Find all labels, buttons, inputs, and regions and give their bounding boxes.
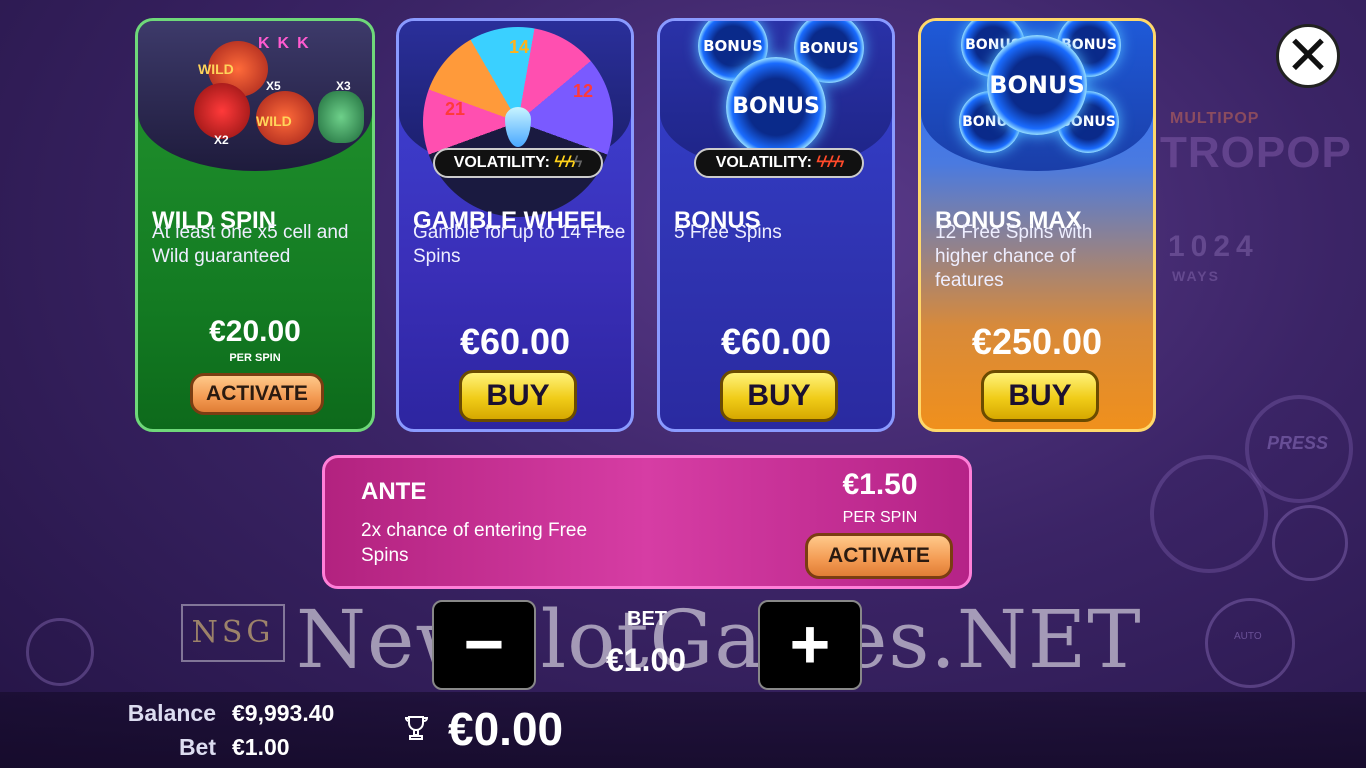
- trophy-icon: [402, 714, 430, 742]
- background-game-logo: MULTIPOP TROPOP: [1160, 110, 1352, 177]
- buy-bonus-max-button[interactable]: BUY: [981, 370, 1099, 422]
- multiplier-label: X3: [336, 79, 351, 93]
- spin-button-bg: [1150, 455, 1268, 573]
- bonus-chip-icon: BONUS: [987, 35, 1087, 135]
- wild-spin-art: WILD WILD X5 X3 X2 KKK: [138, 21, 372, 171]
- bet-label: BET: [627, 608, 667, 630]
- card-description: At least one x5 cell and Wild guaranteed: [152, 222, 349, 267]
- buy-bonus-button[interactable]: BUY: [720, 370, 838, 422]
- decrease-bet-button[interactable]: −: [432, 600, 536, 690]
- sound-icon: [26, 618, 94, 686]
- ante-price: €1.50: [842, 468, 918, 501]
- ante-price-unit: PER SPIN: [842, 509, 918, 526]
- increase-bet-button[interactable]: +: [758, 600, 862, 690]
- balance-label: Balance: [127, 700, 216, 726]
- bonus-chip-icon: BONUS: [726, 57, 826, 157]
- card-price: €20.00: [209, 315, 301, 348]
- lightning-bolt-icon: ϟϟϟϟ: [816, 154, 844, 171]
- alien-icon: [318, 91, 364, 143]
- card-gamble-wheel: 21 14 12 VOLATILITY: ϟϟϟϟ GAMBLE WHEEL G…: [396, 18, 634, 432]
- autoplay-icon: AUTO: [1205, 598, 1295, 688]
- win-value: €0.00: [448, 703, 564, 755]
- wild-label: WILD: [198, 61, 234, 77]
- multiplier-label: X5: [266, 79, 281, 93]
- card-price: €60.00: [720, 321, 832, 362]
- card-price-unit: PER SPIN: [229, 352, 281, 364]
- bonus-max-art: BONUS BONUS BONUS BONUS BONUS: [921, 21, 1153, 171]
- ante-panel: ANTE 2x chance of entering Free Spins €1…: [322, 455, 972, 589]
- card-price: €60.00: [459, 321, 571, 362]
- watermark-text: NewSlotGames.NET: [296, 593, 1142, 686]
- multiplier-label: X2: [214, 133, 229, 147]
- bet-footer-label: Bet: [178, 734, 216, 760]
- ante-title: ANTE: [361, 478, 427, 505]
- buy-gamble-wheel-button[interactable]: BUY: [459, 370, 577, 422]
- activate-ante-button[interactable]: ACTIVATE: [805, 533, 953, 579]
- coins-icon: [1272, 505, 1348, 581]
- activate-wild-spin-button[interactable]: ACTIVATE: [190, 373, 324, 415]
- volatility-indicator: VOLATILITY: ϟϟϟϟ: [433, 148, 603, 178]
- close-button[interactable]: ✕: [1276, 24, 1340, 88]
- background-ways-number: 1024: [1168, 230, 1259, 263]
- card-description: 12 Free Spins with higher chance of feat…: [935, 222, 1093, 291]
- balance-value: €9,993.40: [232, 700, 335, 726]
- card-bonus-max: BONUS BONUS BONUS BONUS BONUS BONUS MAX …: [918, 18, 1156, 432]
- wild-label: WILD: [256, 113, 292, 129]
- ante-description: 2x chance of entering Free Spins: [361, 520, 588, 566]
- footer-bar: Balance €9,993.40 Bet €1.00 €0.00: [0, 692, 1366, 768]
- card-bonus: BONUS BONUS BONUS VOLATILITY: ϟϟϟϟ BONUS…: [657, 18, 895, 432]
- card-price: €250.00: [971, 321, 1103, 362]
- robot-icon: [194, 83, 250, 139]
- lightning-bolt-icon: ϟ: [573, 154, 583, 171]
- card-description: 5 Free Spins: [674, 222, 782, 243]
- bet-value: €1.00: [605, 642, 687, 678]
- lightning-bolt-icon: ϟϟϟ: [554, 154, 575, 171]
- watermark-logo: NSG: [181, 604, 285, 662]
- press-button-bg: PRESS: [1245, 395, 1353, 503]
- card-description: Gamble for up to 14 Free Spins: [413, 222, 626, 267]
- volatility-indicator: VOLATILITY: ϟϟϟϟ: [694, 148, 864, 178]
- card-wild-spin: WILD WILD X5 X3 X2 KKK WILD SPIN At leas…: [135, 18, 375, 432]
- bet-footer-value: €1.00: [232, 734, 290, 760]
- background-ways-label: WAYS: [1172, 268, 1220, 284]
